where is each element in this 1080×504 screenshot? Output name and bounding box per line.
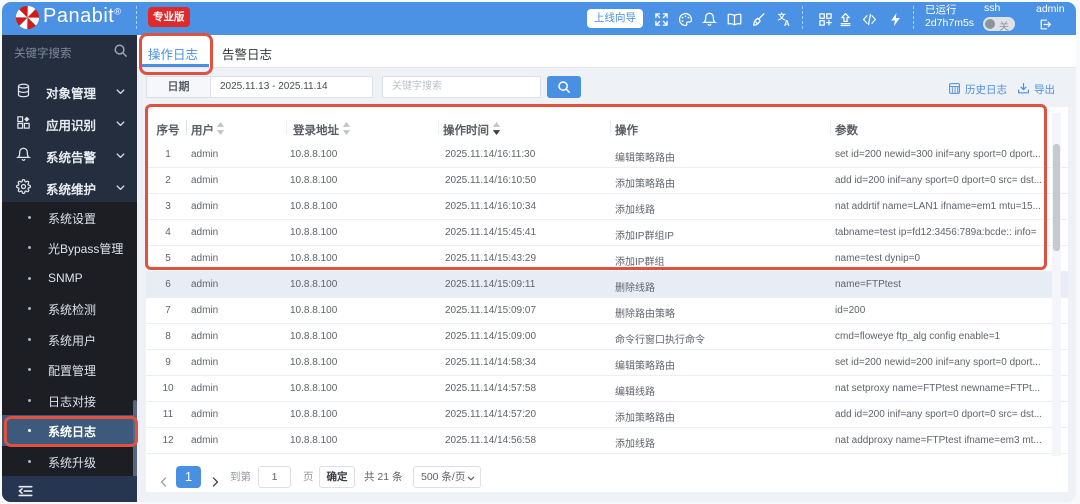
svg-text:A: A [784, 19, 790, 27]
